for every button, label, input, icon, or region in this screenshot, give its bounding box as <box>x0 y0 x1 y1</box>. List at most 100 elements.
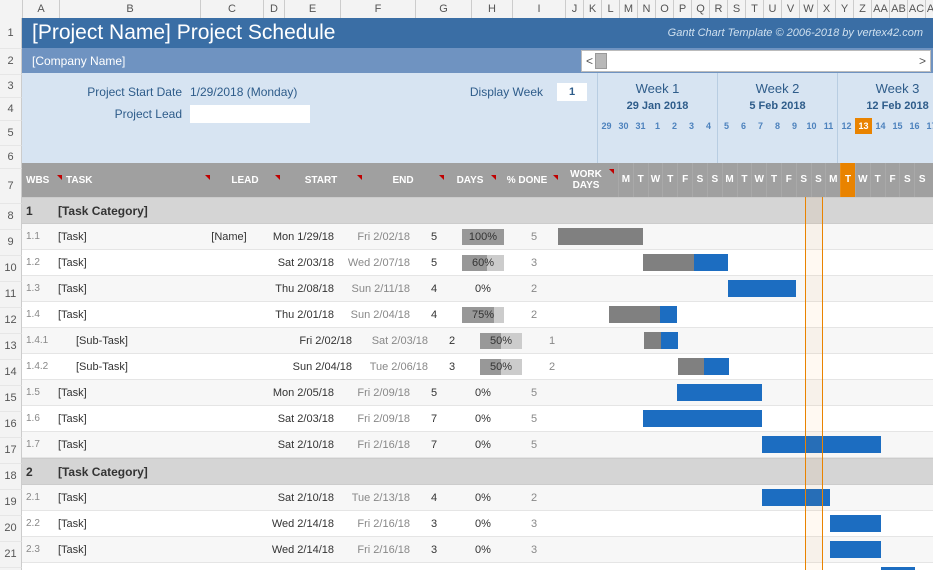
task-row[interactable]: 1.4.2[Sub-Task]Sun 2/04/18Tue 2/06/18350… <box>22 354 933 380</box>
task-pct[interactable]: 0% <box>456 387 510 399</box>
task-pct[interactable]: 0% <box>456 439 510 451</box>
task-start[interactable]: Fri 2/02/18 <box>278 335 354 347</box>
col-header[interactable]: L <box>602 0 620 18</box>
task-start[interactable]: Sat 2/03/18 <box>260 257 336 269</box>
task-name[interactable]: [Task] <box>58 387 198 399</box>
gantt-bar[interactable] <box>643 254 728 271</box>
task-start[interactable]: Wed 2/14/18 <box>260 544 336 556</box>
task-name[interactable]: [Task] <box>58 413 198 425</box>
task-start[interactable]: Mon 2/05/18 <box>260 387 336 399</box>
col-header[interactable]: F <box>341 0 416 18</box>
col-header[interactable]: X <box>818 0 836 18</box>
col-header[interactable]: AB <box>890 0 908 18</box>
row-header[interactable]: 11 <box>0 282 22 308</box>
gantt-bar[interactable] <box>762 436 881 453</box>
row-header[interactable]: 1 <box>0 18 22 49</box>
task-start[interactable]: Thu 2/01/18 <box>260 309 336 321</box>
gantt-bar[interactable] <box>678 358 729 375</box>
col-header[interactable]: AC <box>908 0 926 18</box>
col-header[interactable]: I <box>513 0 566 18</box>
task-row[interactable]: 1.3[Task]Thu 2/08/18Sun 2/11/1840%2 <box>22 276 933 302</box>
row-header[interactable]: 19 <box>0 490 22 516</box>
task-start[interactable]: Mon 1/29/18 <box>260 231 336 243</box>
task-name[interactable]: [Task] <box>58 309 198 321</box>
task-pct[interactable]: 50% <box>474 359 528 375</box>
row-header[interactable]: 15 <box>0 386 22 412</box>
row-header[interactable]: 18 <box>0 464 22 490</box>
task-name[interactable]: [Sub-Task] <box>58 335 216 347</box>
task-days[interactable]: 7 <box>412 413 456 425</box>
category-row[interactable]: 1[Task Category] <box>22 197 933 224</box>
col-header[interactable]: Y <box>836 0 854 18</box>
row-header[interactable]: 16 <box>0 412 22 438</box>
col-header[interactable]: D <box>264 0 285 18</box>
col-header[interactable]: S <box>728 0 746 18</box>
col-header[interactable]: K <box>584 0 602 18</box>
task-days[interactable]: 3 <box>430 361 474 373</box>
task-row[interactable]: 1.4.1[Sub-Task]Fri 2/02/18Sat 2/03/18250… <box>22 328 933 354</box>
task-start[interactable]: Sat 2/10/18 <box>260 492 336 504</box>
row-header[interactable]: 9 <box>0 230 22 256</box>
task-days[interactable]: 4 <box>412 492 456 504</box>
task-row[interactable]: 1.5[Task]Mon 2/05/18Fri 2/09/1850%5 <box>22 380 933 406</box>
row-header[interactable]: 17 <box>0 438 22 464</box>
task-row[interactable]: 1.1[Task][Name]Mon 1/29/18Fri 2/02/18510… <box>22 224 933 250</box>
task-days[interactable]: 3 <box>412 518 456 530</box>
gantt-bar[interactable] <box>644 332 678 349</box>
task-start[interactable]: Sun 2/04/18 <box>278 361 354 373</box>
task-pct[interactable]: 60% <box>456 255 510 271</box>
row-header[interactable]: 10 <box>0 256 22 282</box>
row-header[interactable]: 21 <box>0 542 22 568</box>
task-pct[interactable]: 100% <box>456 229 510 245</box>
week-scrollbar[interactable]: < > <box>581 50 931 72</box>
col-header[interactable]: P <box>674 0 692 18</box>
gantt-bar[interactable] <box>830 515 881 532</box>
task-row[interactable]: 2.4[Task]Sat 2/17/18Thu 2/22/1860%4 <box>22 563 933 570</box>
row-header[interactable]: 14 <box>0 360 22 386</box>
gantt-bar[interactable] <box>609 306 677 323</box>
start-date-value[interactable]: 1/29/2018 (Monday) <box>190 85 297 99</box>
task-name[interactable]: [Task] <box>58 231 198 243</box>
gantt-bar[interactable] <box>558 228 643 245</box>
project-lead-input[interactable] <box>190 105 310 123</box>
col-header[interactable]: O <box>656 0 674 18</box>
task-days[interactable]: 2 <box>430 335 474 347</box>
col-header[interactable]: Q <box>692 0 710 18</box>
col-header[interactable]: N <box>638 0 656 18</box>
task-days[interactable]: 7 <box>412 439 456 451</box>
task-start[interactable]: Sat 2/10/18 <box>260 439 336 451</box>
scroll-thumb[interactable] <box>595 53 607 69</box>
col-header[interactable]: M <box>620 0 638 18</box>
task-row[interactable]: 2.1[Task]Sat 2/10/18Tue 2/13/1840%2 <box>22 485 933 511</box>
col-header[interactable]: AD <box>926 0 933 18</box>
task-name[interactable]: [Task] <box>58 492 198 504</box>
col-header[interactable]: U <box>764 0 782 18</box>
task-lead[interactable]: [Name] <box>198 231 260 243</box>
task-pct[interactable]: 0% <box>456 413 510 425</box>
row-header[interactable]: 4 <box>0 98 22 121</box>
task-row[interactable]: 2.3[Task]Wed 2/14/18Fri 2/16/1830%3 <box>22 537 933 563</box>
row-header[interactable]: 20 <box>0 516 22 542</box>
task-start[interactable]: Sat 2/03/18 <box>260 413 336 425</box>
task-row[interactable]: 1.2[Task]Sat 2/03/18Wed 2/07/18560%3 <box>22 250 933 276</box>
task-days[interactable]: 5 <box>412 231 456 243</box>
row-header[interactable]: 8 <box>0 204 22 230</box>
task-pct[interactable]: 0% <box>456 492 510 504</box>
task-name[interactable]: [Task] <box>58 283 198 295</box>
col-header[interactable]: W <box>800 0 818 18</box>
task-row[interactable]: 1.7[Task]Sat 2/10/18Fri 2/16/1870%5 <box>22 432 933 458</box>
task-name[interactable]: [Task] <box>58 439 198 451</box>
task-days[interactable]: 4 <box>412 309 456 321</box>
task-name[interactable]: [Task] <box>58 257 198 269</box>
row-header[interactable]: 7 <box>0 169 22 204</box>
task-name[interactable]: [Sub-Task] <box>58 361 216 373</box>
task-start[interactable]: Wed 2/14/18 <box>260 518 336 530</box>
row-header[interactable]: 13 <box>0 334 22 360</box>
task-name[interactable]: [Task] <box>58 518 198 530</box>
row-header[interactable]: 6 <box>0 146 22 169</box>
task-row[interactable]: 1.6[Task]Sat 2/03/18Fri 2/09/1870%5 <box>22 406 933 432</box>
scroll-right-icon[interactable]: > <box>919 54 926 68</box>
col-header[interactable]: V <box>782 0 800 18</box>
row-header[interactable]: 3 <box>0 75 22 98</box>
task-days[interactable]: 5 <box>412 257 456 269</box>
